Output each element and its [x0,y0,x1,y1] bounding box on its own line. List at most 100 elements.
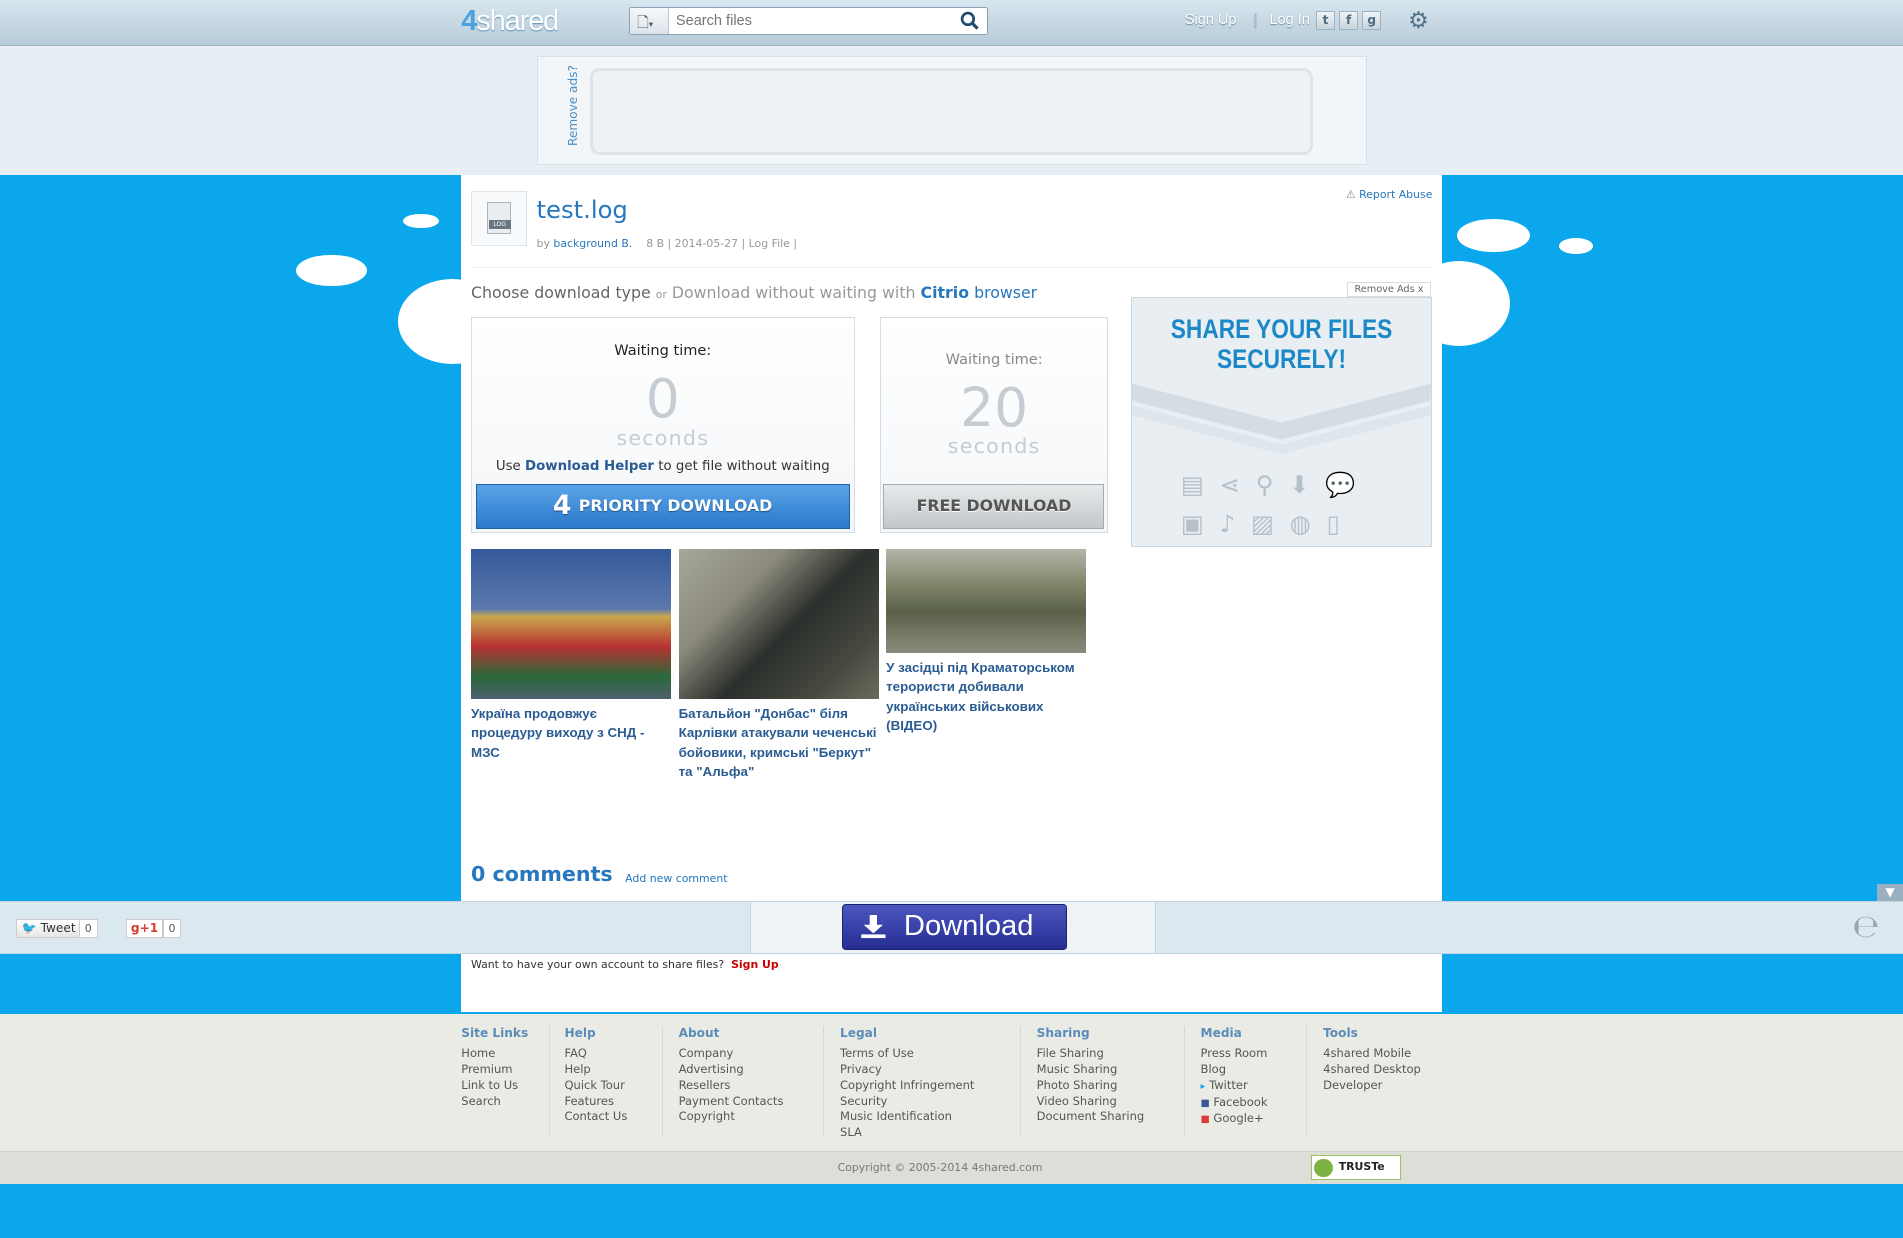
ad-placeholder[interactable] [589,67,1314,156]
news-image[interactable] [678,548,879,700]
google-icon[interactable]: g [1361,10,1382,31]
seconds-label: seconds [616,425,710,450]
login-link[interactable]: Log In [1269,12,1309,28]
priority-download-box: Waiting time: 0 seconds Use Download Hel… [470,316,855,533]
browser-link[interactable]: browser [974,283,1037,302]
footer-link[interactable]: Music Sharing [1037,1062,1145,1078]
remove-ads-button[interactable]: Remove Ads x [1347,281,1431,298]
helper-pre: Use [495,458,521,474]
footer-link[interactable]: Contact Us [564,1109,627,1125]
footer-link[interactable]: Copyright [679,1109,784,1125]
footer-link[interactable]: Document Sharing [1037,1109,1145,1125]
chevron-down-icon: ▼ [1885,884,1895,899]
e-logo-icon: ℮ [1852,908,1880,945]
footer-link[interactable]: SLA [840,1125,974,1141]
footer-link[interactable]: Premium [461,1062,528,1078]
priority-download-button[interactable]: 4 PRIORITY DOWNLOAD [475,484,850,530]
priority-button-label: PRIORITY DOWNLOAD [578,496,773,516]
footer-link[interactable]: File Sharing [1037,1046,1145,1062]
footer-link[interactable]: Features [564,1094,627,1110]
footer-link[interactable]: 4shared Desktop [1323,1062,1421,1078]
footer-link[interactable]: Link to Us [461,1078,528,1094]
add-comment-link[interactable]: Add new comment [625,872,727,885]
footer-link-facebook[interactable]: ■ Facebook [1201,1095,1268,1112]
wait-seconds-value: 0 [645,367,680,431]
gear-icon[interactable]: ⚙ [1408,8,1429,34]
warning-icon: ⚠ [1345,188,1356,202]
footer-link[interactable]: Security [840,1094,974,1110]
truste-seal-icon [1314,1158,1333,1178]
signup-prompt-link[interactable]: Sign Up [731,958,779,971]
author-link[interactable]: background B. [553,237,632,250]
news-caption[interactable]: Україна продовжує процедуру виходу з СНД… [471,704,671,762]
citrio-link[interactable]: Citrio [921,283,970,302]
share-files-ad[interactable]: SHARE YOUR FILES SECURELY! ▤⋖⚲⬇💬 ▣♪▨◍▯ [1131,297,1433,548]
signup-prompt: Want to have your own account to share f… [471,958,779,971]
news-image[interactable] [470,548,672,700]
facebook-icon[interactable]: f [1338,10,1359,31]
footer-link[interactable]: Copyright Infringement [840,1078,974,1094]
footer-link-label: Facebook [1213,1094,1268,1109]
document-icon: 🗋 [637,13,649,31]
download-ad-button[interactable]: Download [842,904,1067,951]
footer-col-tools: Tools 4shared Mobile 4shared Desktop Dev… [1323,1026,1421,1094]
news-item[interactable]: У засідці під Краматорськом терористи до… [886,548,1087,736]
twitter-icon[interactable]: t [1315,10,1336,31]
news-image[interactable] [886,548,1087,654]
footer-link[interactable]: Resellers [679,1078,784,1094]
feature-icons: ▤⋖⚲⬇💬 ▣♪▨◍▯ [1181,466,1387,544]
download-helper-link[interactable]: Download Helper [525,459,654,474]
footer-link-label: Twitter [1209,1077,1248,1092]
search-icon[interactable] [960,11,980,30]
footer-link-googleplus[interactable]: ■ Google+ [1201,1111,1268,1128]
news-caption[interactable]: У засідці під Краматорськом терористи до… [886,658,1086,736]
report-abuse-link[interactable]: Report Abuse [1359,188,1432,201]
search-box: 🗋▾ [628,7,989,36]
ad-headline-line1: SHARE YOUR FILES [1171,314,1393,345]
file-type-dropdown[interactable]: 🗋▾ [629,8,669,34]
footer-link[interactable]: Quick Tour [564,1078,627,1094]
footer-divider [548,1025,550,1135]
footer-link[interactable]: Advertising [679,1062,784,1078]
gplus-button[interactable]: g+1 [126,918,163,939]
news-caption[interactable]: Батальйон "Донбас" біля Карлівки атакува… [679,704,879,782]
footer-link[interactable]: Home [461,1046,528,1062]
remove-ads-vertical-link[interactable]: Remove ads? [566,65,580,146]
footer-link[interactable]: Developer [1323,1078,1421,1094]
footer-divider [1019,1025,1021,1135]
footer-link[interactable]: FAQ [564,1046,627,1062]
footer-link[interactable]: Company [679,1046,784,1062]
signup-link[interactable]: Sign Up [1185,12,1237,28]
footer-col-title: Legal [840,1025,877,1040]
footer-link[interactable]: Music Identification [840,1109,974,1125]
footer-link[interactable]: 4shared Mobile [1323,1046,1421,1062]
footer-link[interactable]: Terms of Use [840,1046,974,1062]
tweet-button[interactable]: 🐦 Tweet [15,918,82,939]
free-download-button[interactable]: FREE DOWNLOAD [883,484,1105,530]
ad-headline: SHARE YOUR FILES SECURELY! [1155,315,1409,373]
footer-link-twitter[interactable]: ▸ Twitter [1201,1078,1268,1095]
image-icon: ▨ [1250,508,1290,538]
footer-link[interactable]: Video Sharing [1037,1094,1145,1110]
signup-prompt-text: Want to have your own account to share f… [470,957,725,971]
footer-divider [1306,1025,1308,1135]
footer-link[interactable]: Search [461,1094,528,1110]
footer-link[interactable]: Press Room [1201,1046,1268,1062]
news-item[interactable]: Батальйон "Донбас" біля Карлівки атакува… [678,548,879,782]
search-input[interactable] [675,10,950,32]
footer-link[interactable]: Privacy [840,1062,974,1078]
footer-link[interactable]: Help [564,1062,627,1078]
wait-seconds-value: 20 [960,375,1029,439]
footer-link[interactable]: Photo Sharing [1037,1078,1145,1094]
collapse-bar-button[interactable]: ▼ [1876,883,1903,901]
close-icon: x [1417,283,1424,295]
footer-link[interactable]: Payment Contacts [679,1094,784,1110]
truste-badge[interactable]: TRUSTe [1311,1155,1401,1180]
tweet-count: 0 [78,918,98,939]
by-label: by [536,236,550,250]
search-icon: ⚲ [1255,469,1290,499]
footer-link[interactable]: Blog [1201,1062,1268,1078]
news-item[interactable]: Україна продовжує процедуру виходу з СНД… [470,548,672,763]
copyright-text: Copyright © 2005-2014 4shared.com [837,1161,1043,1175]
4shared-logo[interactable]: 4shared [461,5,559,38]
